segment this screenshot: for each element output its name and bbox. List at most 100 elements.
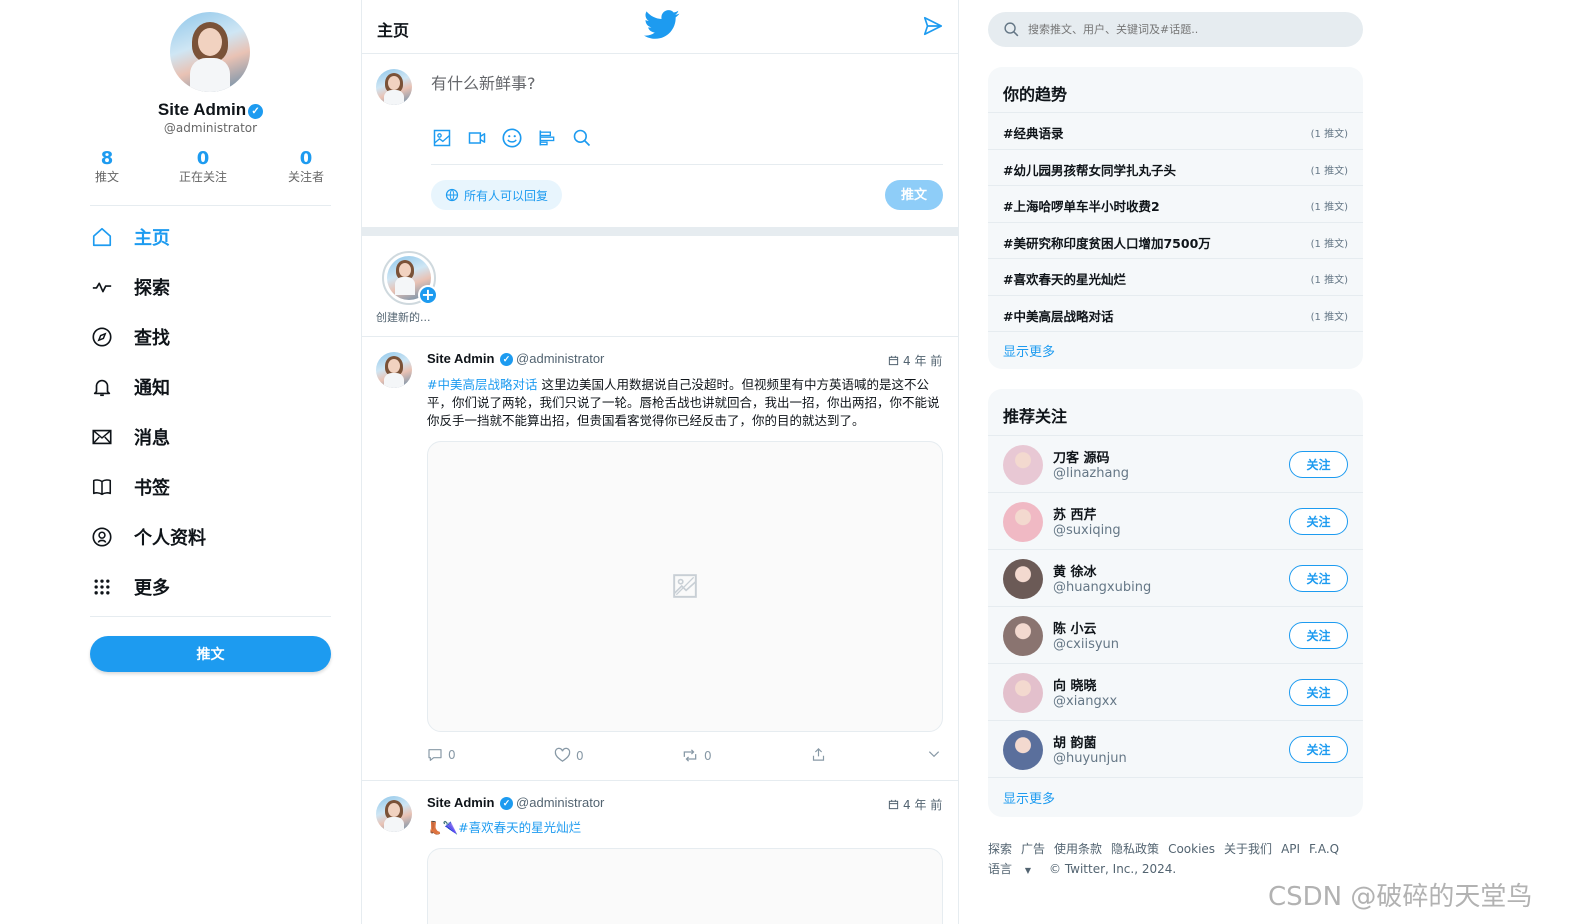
footer-link[interactable]: Cookies bbox=[1168, 842, 1215, 856]
follow-button[interactable]: 关注 bbox=[1289, 565, 1348, 592]
profile-avatar[interactable] bbox=[170, 12, 250, 92]
follow-button[interactable]: 关注 bbox=[1289, 508, 1348, 535]
sidebar-tweet-button[interactable]: 推文 bbox=[90, 636, 331, 672]
post-time: 4 年 前 bbox=[888, 796, 942, 813]
avatar[interactable] bbox=[1003, 730, 1043, 770]
post-author[interactable]: Site Admin ✓ @administrator bbox=[427, 351, 604, 366]
share-button[interactable] bbox=[811, 747, 831, 762]
search-bar[interactable] bbox=[988, 12, 1363, 47]
post-author[interactable]: Site Admin ✓ @administrator bbox=[427, 795, 604, 810]
post-emoji: 👢🌂 bbox=[427, 820, 459, 835]
search-icon bbox=[1004, 22, 1019, 37]
nav-item-explore[interactable]: 探索 bbox=[90, 272, 170, 302]
chevron-down-icon bbox=[928, 751, 940, 758]
reply-button[interactable]: 0 bbox=[427, 747, 456, 763]
section-divider bbox=[362, 227, 958, 236]
verified-badge-icon: ✓ bbox=[248, 104, 264, 119]
trends-title: 你的趋势 bbox=[1003, 85, 1068, 104]
footer-link[interactable]: API bbox=[1281, 842, 1300, 856]
trends-show-more-link[interactable]: 显示更多 bbox=[1003, 341, 1055, 360]
tweet-post[interactable]: Site Admin ✓ @administrator 4 年 前 👢🌂#喜欢春天… bbox=[362, 781, 958, 924]
home-icon bbox=[90, 225, 114, 249]
trend-item[interactable]: #喜欢春天的星光灿烂 (1 推文) bbox=[988, 258, 1363, 294]
nav-item-messages[interactable]: 消息 bbox=[90, 422, 170, 452]
footer-link[interactable]: 使用条款 bbox=[1054, 842, 1102, 856]
post-avatar[interactable] bbox=[376, 796, 412, 832]
twitter-bird-icon[interactable] bbox=[644, 9, 680, 45]
grid-icon bbox=[90, 575, 114, 599]
footer-links: 探索 广告 使用条款 隐私政策 Cookies 关于我们 API F.A.Q 语言 ▼ © Tw… bbox=[988, 839, 1363, 881]
trend-item[interactable]: #中美高层战略对话 (1 推文) bbox=[988, 295, 1363, 331]
language-selector[interactable]: 语言 ▼ bbox=[988, 862, 1040, 876]
trend-item[interactable]: #上海哈啰单车半小时收费2 (1 推文) bbox=[988, 185, 1363, 221]
nav-item-profile[interactable]: 个人资料 bbox=[90, 522, 206, 552]
post-media[interactable] bbox=[427, 848, 943, 924]
retweet-button[interactable]: 0 bbox=[681, 747, 712, 764]
main-header: 主页 bbox=[362, 0, 958, 54]
avatar[interactable] bbox=[1003, 502, 1043, 542]
nav-item-more[interactable]: 更多 bbox=[90, 572, 170, 602]
nav-item-home[interactable]: 主页 bbox=[90, 222, 170, 252]
follow-button[interactable]: 关注 bbox=[1289, 736, 1348, 763]
recommend-item[interactable]: 苏 西芹 @suxiqing 关注 bbox=[988, 492, 1363, 549]
poll-icon[interactable] bbox=[536, 127, 558, 149]
nav-item-notifications[interactable]: 通知 bbox=[90, 372, 170, 402]
avatar[interactable] bbox=[1003, 559, 1043, 599]
footer-link[interactable]: F.A.Q bbox=[1309, 842, 1339, 856]
avatar[interactable] bbox=[1003, 673, 1043, 713]
avatar[interactable] bbox=[1003, 445, 1043, 485]
follow-button[interactable]: 关注 bbox=[1289, 451, 1348, 478]
stat-tweets[interactable]: 8 推文 bbox=[90, 148, 124, 184]
footer-link[interactable]: 广告 bbox=[1021, 842, 1045, 856]
trend-item[interactable]: #美研究称印度贫困人口增加7500万 (1 推文) bbox=[988, 222, 1363, 258]
image-icon[interactable] bbox=[431, 127, 453, 149]
caret-down-icon: ▼ bbox=[1024, 866, 1031, 875]
main-timeline: 主页 有什么新鲜事? 所有人可以回复 推文 + 创建新的... Site Adm… bbox=[361, 0, 959, 924]
profile-name[interactable]: Site Admin ✓ bbox=[90, 100, 331, 120]
footer-link[interactable]: 关于我们 bbox=[1224, 842, 1272, 856]
compose-avatar[interactable] bbox=[376, 69, 412, 105]
recommend-item[interactable]: 向 晓晓 @xiangxx 关注 bbox=[988, 663, 1363, 720]
page-title: 主页 bbox=[377, 21, 410, 40]
footer-link[interactable]: 隐私政策 bbox=[1111, 842, 1159, 856]
post-menu-button[interactable] bbox=[927, 747, 946, 761]
post-text: 👢🌂#喜欢春天的星光灿烂 bbox=[427, 819, 943, 837]
follow-button[interactable]: 关注 bbox=[1289, 679, 1348, 706]
avatar[interactable] bbox=[1003, 616, 1043, 656]
sidebar-divider bbox=[90, 205, 331, 206]
nav-item-bookmarks[interactable]: 书签 bbox=[90, 472, 170, 502]
reply-setting-button[interactable]: 所有人可以回复 bbox=[431, 180, 563, 210]
send-icon[interactable] bbox=[922, 15, 944, 41]
recommend-item[interactable]: 胡 韵菌 @huyunjun 关注 bbox=[988, 720, 1363, 777]
tweet-post[interactable]: Site Admin ✓ @administrator 4 年 前 #中美高层战略… bbox=[362, 337, 958, 780]
search-input[interactable] bbox=[1028, 23, 1328, 36]
footer-link[interactable]: 探索 bbox=[988, 842, 1012, 856]
nav-item-search[interactable]: 查找 bbox=[90, 322, 170, 352]
compose-input[interactable]: 有什么新鲜事? bbox=[431, 70, 536, 94]
trends-show-more-row: 显示更多 bbox=[988, 331, 1363, 367]
video-icon[interactable] bbox=[466, 127, 488, 149]
compose-tweet-button[interactable]: 推文 bbox=[885, 180, 943, 210]
trends-panel: 你的趋势 #经典语录 (1 推文) #幼儿园男孩帮女同学扎丸子头 (1 推文) #上… bbox=[988, 67, 1363, 369]
book-icon bbox=[90, 475, 114, 499]
at-icon bbox=[90, 525, 114, 549]
stat-following[interactable]: 0 正在关注 bbox=[174, 148, 232, 184]
trend-item[interactable]: #幼儿园男孩帮女同学扎丸子头 (1 推文) bbox=[988, 149, 1363, 185]
post-media[interactable] bbox=[427, 441, 943, 732]
bell-icon bbox=[90, 375, 114, 399]
post-avatar[interactable] bbox=[376, 352, 412, 388]
like-button[interactable]: 0 bbox=[554, 747, 584, 764]
search-icon[interactable] bbox=[571, 127, 593, 149]
post-hashtag[interactable]: #喜欢春天的星光灿烂 bbox=[458, 820, 581, 835]
trend-item[interactable]: #经典语录 (1 推文) bbox=[988, 112, 1363, 148]
recommend-item[interactable]: 刀客 源码 @linazhang 关注 bbox=[988, 435, 1363, 492]
follow-button[interactable]: 关注 bbox=[1289, 622, 1348, 649]
post-actions: 0 0 0 bbox=[427, 747, 943, 765]
post-hashtag[interactable]: #中美高层战略对话 bbox=[427, 377, 537, 392]
recommend-item[interactable]: 陈 小云 @cxiisyun 关注 bbox=[988, 606, 1363, 663]
recommend-show-more-link[interactable]: 显示更多 bbox=[1003, 788, 1055, 807]
stat-followers[interactable]: 0 关注者 bbox=[286, 148, 326, 184]
recommend-item[interactable]: 黄 徐冰 @huangxubing 关注 bbox=[988, 549, 1363, 606]
sidebar-divider bbox=[90, 616, 331, 617]
emoji-icon[interactable] bbox=[501, 127, 523, 149]
